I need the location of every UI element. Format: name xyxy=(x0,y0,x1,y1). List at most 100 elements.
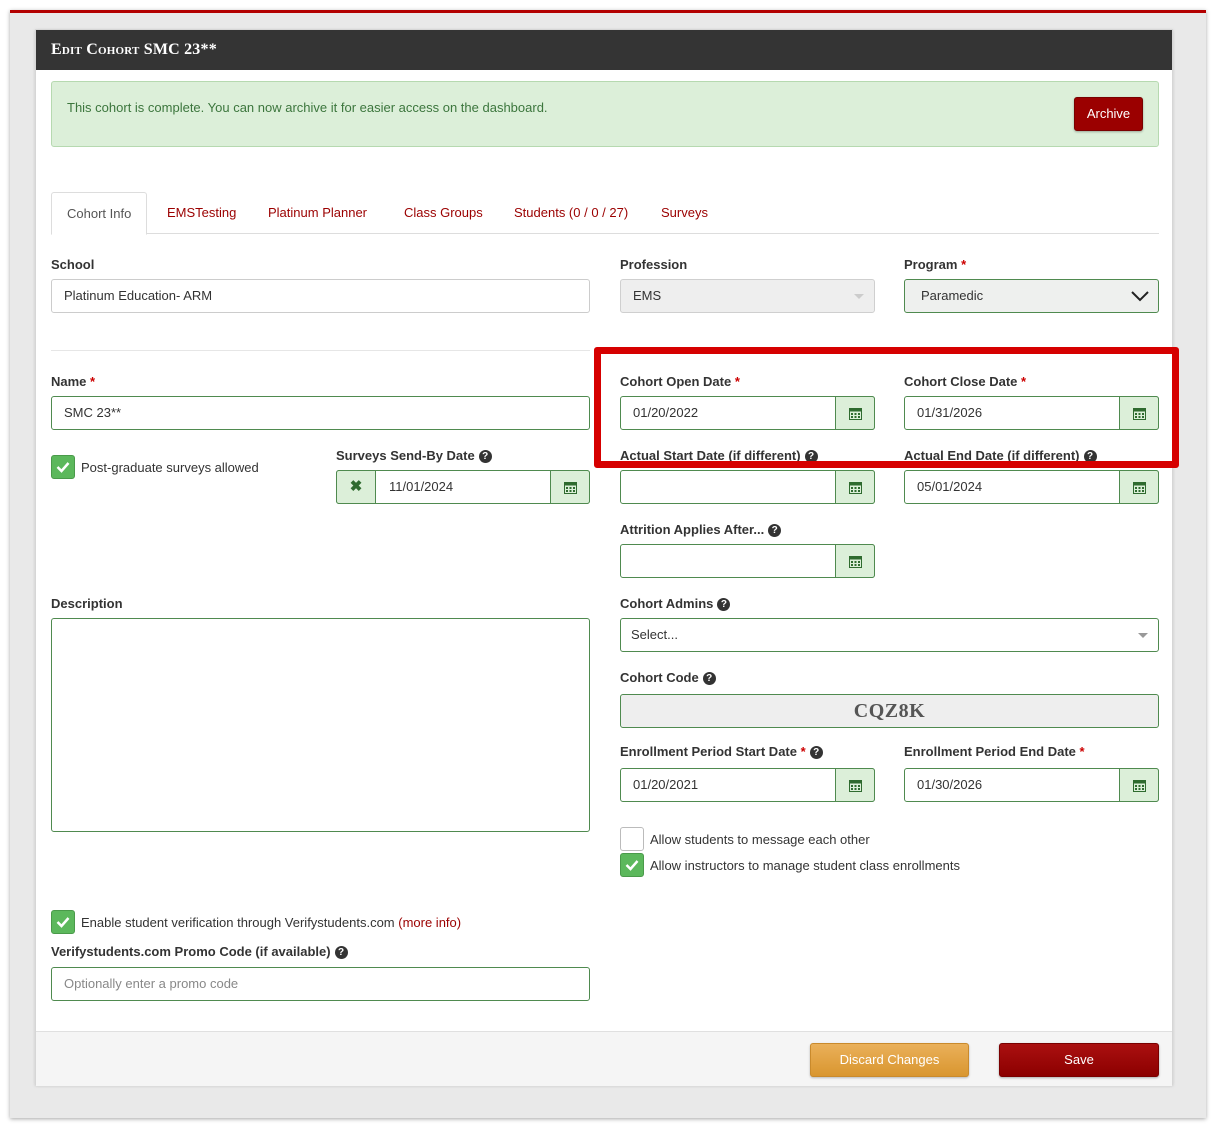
enrollment-start-value: 01/20/2021 xyxy=(633,777,699,792)
required-marker: * xyxy=(90,374,96,389)
actual-start-date-label: Actual Start Date (if different)? xyxy=(620,448,818,463)
cohort-admins-label: Cohort Admins? xyxy=(620,596,731,611)
calendar-button[interactable] xyxy=(835,396,875,430)
help-icon[interactable]: ? xyxy=(702,672,716,685)
calendar-button[interactable] xyxy=(835,544,875,578)
help-icon[interactable]: ? xyxy=(478,450,492,463)
enrollment-start-field[interactable]: 01/20/2021 xyxy=(620,768,875,802)
tab-surveys[interactable]: Surveys xyxy=(661,192,708,234)
actual-end-date-field[interactable]: 05/01/2024 xyxy=(904,470,1159,504)
calendar-icon xyxy=(849,556,862,568)
profession-select[interactable]: EMS xyxy=(620,279,875,313)
alert-message: This cohort is complete. You can now arc… xyxy=(67,100,548,115)
enrollment-start-label: Enrollment Period Start Date *? xyxy=(620,744,823,759)
calendar-icon xyxy=(849,780,862,792)
profession-label: Profession xyxy=(620,257,688,272)
surveys-send-by-label: Surveys Send-By Date? xyxy=(336,448,492,463)
cohort-open-date-field[interactable]: 01/20/2022 xyxy=(620,396,875,430)
tab-cohort-info[interactable]: Cohort Info xyxy=(51,192,148,235)
school-label: School xyxy=(51,257,95,272)
program-value: Paramedic xyxy=(921,288,984,303)
allow-instructors-label: Allow instructors to manage student clas… xyxy=(650,858,960,873)
cohort-open-date-label: Cohort Open Date * xyxy=(620,374,740,389)
program-select[interactable]: Paramedic xyxy=(904,279,1159,313)
section-divider xyxy=(51,350,590,351)
actual-start-date-field[interactable] xyxy=(620,470,875,504)
tab-class-groups[interactable]: Class Groups xyxy=(404,192,483,234)
help-icon[interactable]: ? xyxy=(334,946,348,959)
program-label-text: Program xyxy=(904,257,958,272)
promo-code-label-text: Verifystudents.com Promo Code (if availa… xyxy=(51,944,331,959)
calendar-icon xyxy=(849,482,862,494)
cohort-close-date-label-text: Cohort Close Date xyxy=(904,374,1018,389)
discard-changes-button[interactable]: Discard Changes xyxy=(810,1043,969,1077)
profession-value: EMS xyxy=(633,288,662,303)
calendar-button[interactable] xyxy=(1119,396,1159,430)
checkmark-icon xyxy=(56,917,70,928)
name-field[interactable]: SMC 23** xyxy=(51,396,590,430)
calendar-button[interactable] xyxy=(1119,768,1159,802)
clear-date-icon[interactable]: ✖ xyxy=(336,470,376,504)
tab-platinum-planner[interactable]: Platinum Planner xyxy=(268,192,367,234)
post-grad-surveys-checkbox[interactable] xyxy=(51,455,75,479)
panel-title: Edit Cohort SMC 23** xyxy=(36,30,1172,70)
enrollment-end-field[interactable]: 01/30/2026 xyxy=(904,768,1159,802)
enrollment-end-label: Enrollment Period End Date * xyxy=(904,744,1085,759)
allow-messaging-label: Allow students to message each other xyxy=(650,832,870,847)
verification-checkbox[interactable] xyxy=(51,910,75,934)
cohort-code-label: Cohort Code? xyxy=(620,670,716,685)
surveys-send-by-field[interactable]: ✖ 11/01/2024 xyxy=(336,470,590,504)
description-textarea[interactable] xyxy=(51,618,590,832)
school-field[interactable]: Platinum Education- ARM xyxy=(51,279,590,313)
actual-end-date-value: 05/01/2024 xyxy=(917,479,983,494)
cohort-open-date-label-text: Cohort Open Date xyxy=(620,374,732,389)
checkmark-icon xyxy=(56,462,70,473)
cohort-admins-label-text: Cohort Admins xyxy=(620,596,714,611)
tab-students[interactable]: Students (0 / 0 / 27) xyxy=(514,192,628,234)
calendar-icon xyxy=(1133,780,1146,792)
promo-code-input[interactable]: Optionally enter a promo code xyxy=(51,967,590,1001)
actual-end-date-label: Actual End Date (if different)? xyxy=(904,448,1097,463)
required-marker: * xyxy=(800,744,806,759)
calendar-icon xyxy=(1133,482,1146,494)
cohort-close-date-label: Cohort Close Date * xyxy=(904,374,1026,389)
required-marker: * xyxy=(961,257,967,272)
allow-instructors-checkbox[interactable] xyxy=(620,853,644,877)
calendar-button[interactable] xyxy=(835,768,875,802)
enrollment-end-label-text: Enrollment Period End Date xyxy=(904,744,1076,759)
name-label-text: Name xyxy=(51,374,87,389)
tab-emstesting[interactable]: EMSTesting xyxy=(167,192,236,234)
archive-button[interactable]: Archive xyxy=(1074,97,1143,131)
help-icon[interactable]: ? xyxy=(717,598,731,611)
actual-end-date-label-text: Actual End Date (if different) xyxy=(904,448,1080,463)
help-icon[interactable]: ? xyxy=(804,450,818,463)
required-marker: * xyxy=(734,374,740,389)
calendar-button[interactable] xyxy=(550,470,590,504)
help-icon[interactable]: ? xyxy=(809,746,823,759)
required-marker: * xyxy=(1079,744,1085,759)
program-label: Program * xyxy=(904,257,966,272)
help-icon[interactable]: ? xyxy=(768,524,782,537)
enrollment-start-label-text: Enrollment Period Start Date xyxy=(620,744,797,759)
save-button[interactable]: Save xyxy=(999,1043,1159,1077)
attrition-date-field[interactable] xyxy=(620,544,875,578)
cohort-code-label-text: Cohort Code xyxy=(620,670,699,685)
help-icon[interactable]: ? xyxy=(1083,450,1097,463)
tab-bar: Cohort Info EMSTesting Platinum Planner … xyxy=(51,192,1159,235)
verification-label-row: Enable student verification through Veri… xyxy=(81,915,461,930)
calendar-icon xyxy=(564,482,577,494)
cohort-admins-placeholder: Select... xyxy=(631,627,678,642)
cohort-close-date-field[interactable]: 01/31/2026 xyxy=(904,396,1159,430)
promo-code-label: Verifystudents.com Promo Code (if availa… xyxy=(51,944,348,959)
calendar-button[interactable] xyxy=(835,470,875,504)
surveys-send-by-label-text: Surveys Send-By Date xyxy=(336,448,475,463)
allow-messaging-checkbox[interactable] xyxy=(620,827,644,851)
cohort-admins-select[interactable]: Select... xyxy=(620,618,1159,652)
actual-start-date-label-text: Actual Start Date (if different) xyxy=(620,448,801,463)
name-label: Name * xyxy=(51,374,95,389)
more-info-link[interactable]: (more info) xyxy=(398,915,461,930)
enrollment-end-value: 01/30/2026 xyxy=(917,777,983,792)
cohort-open-date-value: 01/20/2022 xyxy=(633,405,699,420)
promo-code-placeholder: Optionally enter a promo code xyxy=(64,976,239,991)
calendar-button[interactable] xyxy=(1119,470,1159,504)
